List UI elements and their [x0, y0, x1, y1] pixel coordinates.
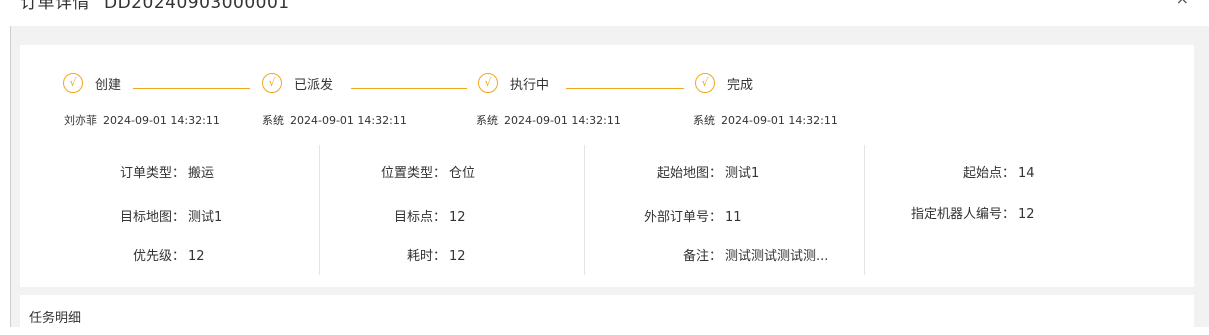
field-value: 12	[188, 249, 205, 264]
step-time: 2024-09-01 14:32:11	[103, 114, 220, 127]
step-operator: 系统	[476, 114, 498, 127]
field-start-map: 起始地图： 测试1	[585, 162, 759, 181]
check-circle-icon: √	[262, 73, 282, 93]
step-completed: √ 完成	[695, 71, 753, 95]
field-value: 测试测试测试测...	[725, 249, 829, 264]
step-time: 2024-09-01 14:32:11	[504, 114, 621, 127]
step-meta-dispatched: 系统 2024-09-01 14:32:11	[262, 112, 407, 128]
field-value: 搬运	[188, 166, 215, 181]
field-label: 备注：	[682, 249, 722, 264]
field-external-order-no: 外部订单号： 11	[585, 206, 742, 225]
field-value: 12	[1018, 207, 1035, 222]
step-dispatched: √ 已派发	[262, 71, 333, 95]
order-summary-card: √ 创建 √ 已派发 √ 执行中 √ 完成 刘亦菲 2024-09-01 14:3…	[20, 45, 1194, 287]
field-value: 12	[449, 249, 466, 264]
field-remark: 备注： 测试测试测试测...	[585, 245, 828, 264]
field-value: 测试1	[188, 210, 223, 225]
dialog-title-text: 订单详情	[20, 0, 90, 13]
step-operator: 系统	[693, 114, 715, 127]
field-label: 目标点：	[393, 210, 446, 225]
step-meta-created: 刘亦菲 2024-09-01 14:32:11	[64, 112, 220, 128]
order-number: DD20240903000001	[104, 0, 290, 13]
field-duration: 耗时： 12	[320, 245, 466, 264]
field-label: 外部订单号：	[643, 210, 722, 225]
step-operator: 系统	[262, 114, 284, 127]
field-label: 位置类型：	[380, 166, 446, 181]
field-target-map: 目标地图： 测试1	[60, 206, 222, 225]
step-label: 已派发	[294, 77, 334, 93]
section-title: 任务明细	[29, 311, 82, 326]
field-label: 指定机器人编号：	[910, 207, 1015, 222]
step-created: √ 创建	[63, 71, 121, 95]
task-detail-section: 任务明细	[20, 295, 1194, 335]
step-time: 2024-09-01 14:32:11	[721, 114, 838, 127]
step-label: 执行中	[510, 77, 550, 93]
step-connector	[351, 88, 467, 89]
field-value: 仓位	[449, 166, 476, 181]
field-order-type: 订单类型： 搬运	[60, 162, 214, 181]
step-operator: 刘亦菲	[64, 114, 97, 127]
step-label: 创建	[95, 77, 122, 93]
step-meta-executing: 系统 2024-09-01 14:32:11	[476, 112, 621, 128]
field-target-point: 目标点： 12	[320, 206, 466, 225]
field-label: 起始地图：	[656, 166, 722, 181]
field-location-type: 位置类型： 仓位	[320, 162, 475, 181]
field-value: 测试1	[725, 166, 760, 181]
check-circle-icon: √	[695, 73, 715, 93]
field-label: 订单类型：	[119, 166, 185, 181]
field-value: 12	[449, 210, 466, 225]
field-value: 14	[1018, 166, 1035, 181]
dialog-title: 订单详情 DD20240903000001	[20, 0, 290, 13]
field-priority: 优先级： 12	[60, 245, 205, 264]
step-meta-completed: 系统 2024-09-01 14:32:11	[693, 112, 838, 128]
dialog-header: 订单详情 DD20240903000001 ×	[0, 0, 1209, 26]
close-icon[interactable]: ×	[1176, 0, 1189, 8]
field-value: 11	[725, 210, 742, 225]
check-circle-icon: √	[63, 73, 83, 93]
field-label: 优先级：	[132, 249, 185, 264]
step-connector	[133, 88, 250, 89]
dialog-body: √ 创建 √ 已派发 √ 执行中 √ 完成 刘亦菲 2024-09-01 14:3…	[10, 26, 1209, 335]
step-connector	[566, 88, 684, 89]
step-label: 完成	[727, 77, 754, 93]
field-label: 耗时：	[406, 249, 446, 264]
check-circle-icon: √	[478, 73, 498, 93]
field-label: 起始点：	[962, 166, 1015, 181]
step-time: 2024-09-01 14:32:11	[290, 114, 407, 127]
field-label: 目标地图：	[119, 210, 185, 225]
step-executing: √ 执行中	[478, 71, 549, 95]
field-robot-no: 指定机器人编号： 12	[865, 203, 1035, 222]
field-start-point: 起始点： 14	[865, 162, 1035, 181]
